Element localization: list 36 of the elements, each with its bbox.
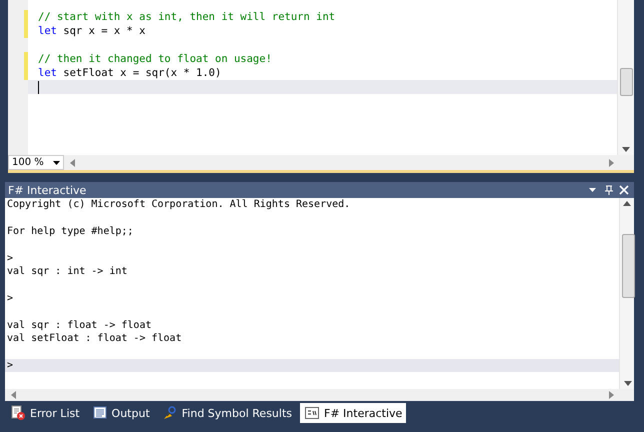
scroll-thumb[interactable] <box>622 234 635 298</box>
text-cursor <box>38 80 39 94</box>
scroll-left-icon[interactable] <box>70 158 75 166</box>
vertical-scrollbar[interactable] <box>619 198 634 389</box>
caret-icon <box>53 160 60 164</box>
vertical-scrollbar[interactable] <box>617 0 634 155</box>
output-line: > <box>7 252 14 264</box>
output-line: > <box>7 360 14 371</box>
scroll-down-icon[interactable] <box>624 381 632 386</box>
scroll-down-icon[interactable] <box>622 147 630 152</box>
output-line: val sqr : int -> int <box>7 266 128 277</box>
code-comment: // then it changed to float on usage! <box>38 52 272 66</box>
zoom-dropdown[interactable]: 100 % <box>8 155 64 170</box>
scroll-left-icon[interactable] <box>11 391 16 399</box>
scroll-thumb[interactable] <box>620 68 633 96</box>
code-line: let setFloat x = sqr(x * 1.0) <box>38 66 222 80</box>
output-line: For help type #help;; <box>7 226 134 237</box>
scroll-up-icon[interactable] <box>623 201 631 206</box>
panel-title: F# Interactive <box>8 184 86 196</box>
error-list-icon <box>10 405 26 421</box>
panel-tab[interactable]: Error List <box>6 403 84 423</box>
output-line: Copyright (c) Microsoft Corporation. All Rights Reserved. <box>7 199 350 210</box>
code-comment: // start with x as int, then it will return int <box>38 10 336 24</box>
output-icon <box>92 405 108 421</box>
window-controls-icon[interactable] <box>588 184 630 196</box>
output-line: > <box>7 292 14 304</box>
code-line: let sqr x = x * x <box>38 24 146 38</box>
output-line: val sqr : float -> float <box>7 320 152 331</box>
panel-tab[interactable]: Output <box>88 403 154 423</box>
console-icon <box>304 405 320 421</box>
find-icon <box>162 405 178 421</box>
scroll-right-icon[interactable] <box>609 158 614 166</box>
panel-tab[interactable]: Find Symbol Results <box>158 403 296 423</box>
output-line: val setFloat : float -> float <box>7 332 182 344</box>
panel-tab[interactable]: F# Interactive <box>300 403 406 423</box>
scroll-right-icon[interactable] <box>609 391 614 399</box>
